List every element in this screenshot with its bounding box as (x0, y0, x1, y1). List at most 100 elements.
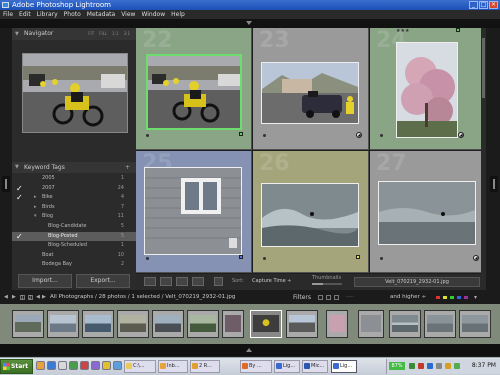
flag-icon[interactable] (146, 134, 149, 137)
survey-view-icon[interactable] (192, 277, 204, 286)
zoom-fit[interactable]: FIT (88, 28, 94, 40)
rating-filter-stars[interactable]: ····· (346, 292, 354, 303)
color-label-icon[interactable] (356, 255, 360, 259)
tray-icon[interactable] (454, 363, 460, 369)
sort-dropdown[interactable]: Capture Time ÷ (252, 278, 292, 284)
zoom-1-1[interactable]: 1:1 (112, 28, 118, 40)
keyword-row[interactable]: Boat 10 (12, 251, 136, 261)
tray-icon[interactable] (445, 363, 451, 369)
flag-icon[interactable] (146, 257, 149, 260)
painter-icon[interactable] (214, 277, 223, 286)
export-button[interactable]: Export... (76, 274, 130, 288)
filmstrip-thumb[interactable] (47, 310, 79, 338)
blue-label-filter[interactable] (457, 296, 461, 299)
tray-icon[interactable] (436, 363, 442, 369)
menu-view[interactable]: View (121, 10, 135, 19)
filmstrip-collapse-strip[interactable] (0, 344, 500, 356)
quicklaunch-icon[interactable] (102, 361, 111, 370)
quicklaunch-icon[interactable] (80, 361, 89, 370)
zoom-3-1[interactable]: 3:1 (124, 28, 130, 40)
quicklaunch-icon[interactable] (36, 361, 45, 370)
filter-toggle-icon[interactable]: ▾ (474, 292, 477, 303)
photo-thumbnail[interactable] (261, 183, 359, 247)
flag-filter-icon[interactable] (326, 295, 331, 300)
grid-scrollbar-thumb[interactable] (482, 38, 485, 98)
filmstrip-thumb[interactable] (459, 310, 491, 338)
filmstrip-thumb[interactable] (358, 310, 384, 338)
grid-scrollbar[interactable] (481, 28, 486, 274)
keyword-row[interactable]: ✓ Blog-Posted 5 (12, 231, 136, 242)
filmstrip-thumb[interactable] (12, 310, 44, 338)
grid-cell[interactable]: 26 (253, 151, 369, 273)
filmstrip-thumb[interactable] (82, 310, 114, 338)
close-button[interactable]: × (489, 1, 498, 9)
task-button[interactable]: Inb... (158, 360, 188, 373)
collapse-bottom-panel-icon[interactable] (246, 348, 252, 352)
prev-photo-icon[interactable]: ◀ (36, 292, 40, 303)
filmstrip-thumb[interactable] (117, 310, 149, 338)
photo-thumbnail[interactable] (261, 62, 359, 124)
menu-photo[interactable]: Photo (64, 10, 81, 19)
compare-view-icon[interactable] (176, 277, 188, 286)
filmstrip-thumb[interactable] (222, 310, 244, 338)
collapse-triangle-icon[interactable]: ▼ (15, 28, 19, 40)
grid-cell[interactable]: 22 (136, 28, 252, 150)
page-1-button[interactable]: 1 (20, 295, 25, 300)
filmstrip-path[interactable]: All Photographs / 28 photos / 1 selected… (50, 292, 235, 303)
photo-thumbnail[interactable] (396, 42, 458, 138)
next-photo-icon[interactable]: ▶ (42, 292, 46, 303)
flag-filter-icon[interactable] (318, 295, 323, 300)
grid-view-icon[interactable] (144, 277, 156, 286)
checkmark-icon[interactable]: ✓ (16, 193, 23, 202)
flag-icon[interactable] (380, 134, 383, 137)
left-panel-handle[interactable] (2, 176, 10, 192)
keyword-row[interactable]: 2005 1 (12, 174, 136, 184)
quicklaunch-icon[interactable] (113, 361, 122, 370)
collapse-top-panel-icon[interactable] (246, 21, 252, 25)
menu-metadata[interactable]: Metadata (87, 10, 115, 19)
keyword-row[interactable]: ✓ ▸ Bike 4 (12, 193, 136, 203)
keyword-tags-header[interactable]: ▼ Keyword Tags + (12, 162, 136, 173)
green-label-filter[interactable] (450, 296, 454, 299)
photo-thumbnail[interactable] (146, 54, 242, 130)
thumbnail-size-slider[interactable] (312, 283, 342, 285)
flag-filter-icon[interactable] (334, 295, 339, 300)
right-panel-handle[interactable] (490, 176, 498, 192)
grid-cell[interactable]: 25 (136, 151, 252, 273)
clock[interactable]: 8:37 PM (472, 362, 496, 369)
yellow-label-filter[interactable] (443, 296, 447, 299)
keyword-row[interactable]: ▾ Blog 11 (12, 212, 136, 222)
color-label-icon[interactable] (239, 255, 243, 259)
maximize-button[interactable]: □ (479, 1, 488, 9)
menu-edit[interactable]: Edit (19, 10, 31, 19)
keyword-row[interactable]: Blog-Scheduled 1 (12, 241, 136, 251)
checkmark-icon[interactable]: ✓ (16, 184, 23, 193)
keyword-row[interactable]: ✓ 2007 24 (12, 184, 136, 194)
expand-arrow-icon[interactable]: ▸ (34, 193, 37, 203)
tray-icon[interactable] (418, 363, 424, 369)
flag-icon[interactable] (263, 134, 266, 137)
rating-filter-dropdown[interactable]: and higher ÷ (390, 292, 426, 303)
filmstrip-thumb-selected[interactable] (250, 310, 282, 338)
filename-field[interactable]: Velt_070219_2932-01.jpg (354, 277, 480, 287)
expand-arrow-icon[interactable]: ▾ (34, 212, 37, 222)
keyword-row[interactable]: Blog-Candidate 5 (12, 222, 136, 232)
filmstrip-thumb[interactable] (424, 310, 456, 338)
filmstrip-thumb[interactable] (389, 310, 421, 338)
checkmark-icon[interactable]: ✓ (16, 232, 23, 241)
add-keyword-icon[interactable]: + (125, 162, 130, 173)
forward-arrow-icon[interactable]: ▶ (12, 292, 16, 303)
grid-cell[interactable]: 24 ★★★ ◢ (370, 28, 486, 150)
quicklaunch-icon[interactable] (47, 361, 56, 370)
grid-cell[interactable]: 27 ◢ (370, 151, 486, 273)
photo-thumbnail[interactable] (144, 167, 242, 255)
menu-help[interactable]: Help (171, 10, 185, 19)
task-button-active[interactable]: Lig... (331, 360, 357, 373)
menu-library[interactable]: Library (37, 10, 58, 19)
task-button[interactable]: By ... (240, 360, 272, 373)
navigator-header[interactable]: ▼ Navigator FIT FILL 1:1 3:1 (12, 28, 136, 40)
expand-arrow-icon[interactable]: ▸ (34, 203, 37, 213)
filters-label[interactable]: Filters (293, 292, 311, 303)
grid-cell[interactable]: 23 ◢ (253, 28, 369, 150)
purple-label-filter[interactable] (464, 296, 468, 299)
